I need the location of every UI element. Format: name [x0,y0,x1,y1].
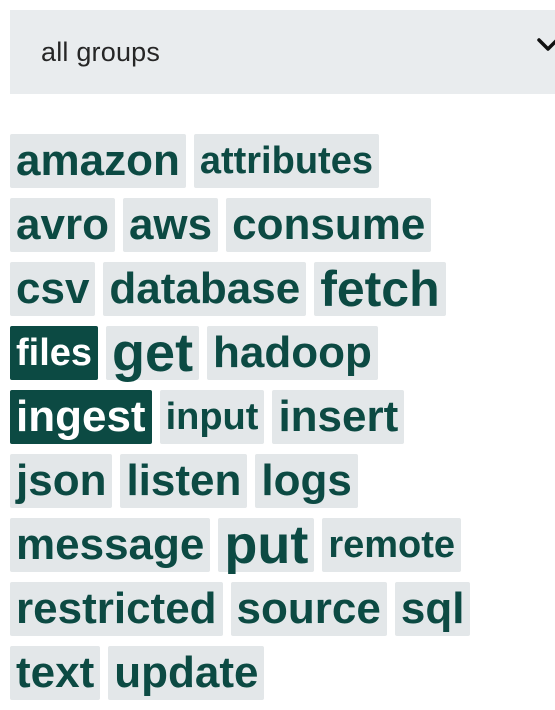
tag-attributes[interactable]: attributes [193,134,379,188]
tag-row: json listen logs [10,454,366,508]
group-filter-select[interactable]: all groups [10,10,555,94]
tag-csv[interactable]: csv [10,262,96,316]
chevron-down-icon[interactable] [535,32,555,58]
tag-remote[interactable]: remote [322,518,462,572]
tag-get[interactable]: get [106,326,200,380]
tag-update[interactable]: update [108,646,265,700]
tag-amazon[interactable]: amazon [10,134,186,188]
tag-sql[interactable]: sql [394,582,471,636]
tag-row: files get hadoop [10,326,386,380]
tag-aws[interactable]: aws [122,198,219,252]
tag-put[interactable]: put [218,518,315,572]
tag-text[interactable]: text [10,646,101,700]
tag-listen[interactable]: listen [120,454,248,508]
tag-row: amazon attributes [10,134,387,188]
tag-avro[interactable]: avro [10,198,115,252]
tag-source[interactable]: source [230,582,387,636]
tag-row: csv database fetch [10,262,454,316]
tag-ingest[interactable]: ingest [10,390,152,444]
tag-logs[interactable]: logs [255,454,358,508]
tag-hadoop[interactable]: hadoop [207,326,378,380]
tag-restricted[interactable]: restricted [10,582,223,636]
tag-cloud: amazon attributes avro aws consume csv d… [10,130,555,710]
tag-row: avro aws consume [10,198,439,252]
tag-row: text update [10,646,272,700]
tag-database[interactable]: database [103,262,307,316]
tag-files[interactable]: files [10,326,99,380]
tag-insert[interactable]: insert [272,390,405,444]
tag-row: restricted source sql [10,582,478,636]
group-filter-value: all groups [41,36,161,67]
tag-fetch[interactable]: fetch [314,262,446,316]
tag-consume[interactable]: consume [226,198,432,252]
tag-json[interactable]: json [10,454,113,508]
tag-message[interactable]: message [10,518,211,572]
tag-row: ingest input insert [10,390,412,444]
tag-row: message put remote [10,518,469,572]
tag-input[interactable]: input [159,390,265,444]
